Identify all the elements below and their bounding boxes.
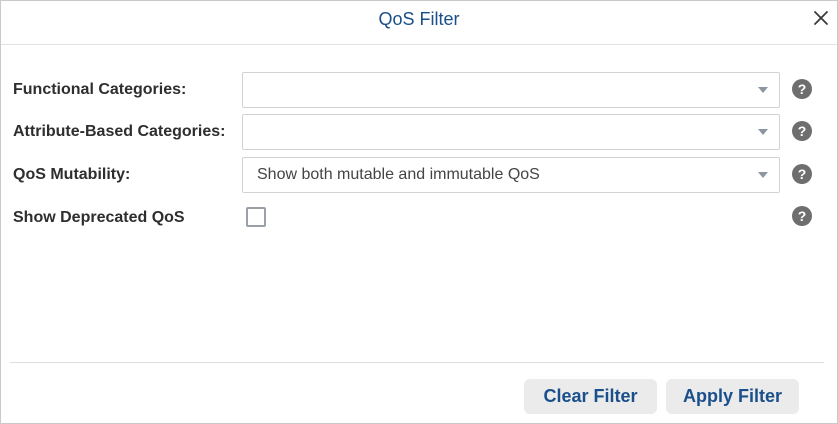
dialog-header: QoS Filter — [1, 1, 837, 45]
qos-mutability-value: Show both mutable and immutable QoS — [257, 166, 540, 183]
chevron-down-icon — [758, 172, 768, 178]
clear-filter-button[interactable]: Clear Filter — [524, 379, 657, 414]
show-deprecated-checkbox[interactable] — [246, 207, 266, 227]
qos-mutability-select[interactable]: Show both mutable and immutable QoS — [242, 157, 780, 193]
functional-categories-label: Functional Categories: — [13, 81, 187, 98]
functional-categories-select[interactable] — [242, 72, 780, 108]
show-deprecated-row: Show Deprecated QoS ? — [1, 205, 837, 231]
close-icon — [814, 11, 828, 25]
footer-divider — [10, 362, 824, 363]
chevron-down-icon — [758, 87, 768, 93]
close-button[interactable] — [811, 8, 831, 28]
attribute-categories-label: Attribute-Based Categories: — [13, 123, 226, 140]
qos-filter-dialog: QoS Filter Functional Categories: ? Attr… — [0, 0, 838, 424]
chevron-down-icon — [758, 129, 768, 135]
help-icon[interactable]: ? — [792, 206, 812, 226]
qos-mutability-row: QoS Mutability: Show both mutable and im… — [1, 157, 837, 194]
help-icon[interactable]: ? — [792, 121, 812, 141]
qos-mutability-label: QoS Mutability: — [13, 166, 131, 183]
attribute-categories-select[interactable] — [242, 114, 780, 150]
attribute-categories-row: Attribute-Based Categories: ? — [1, 114, 837, 151]
dialog-title: QoS Filter — [378, 9, 460, 29]
functional-categories-row: Functional Categories: ? — [1, 72, 837, 109]
help-icon[interactable]: ? — [792, 79, 812, 99]
help-icon[interactable]: ? — [792, 164, 812, 184]
show-deprecated-label: Show Deprecated QoS — [13, 209, 185, 226]
apply-filter-button[interactable]: Apply Filter — [666, 379, 799, 414]
